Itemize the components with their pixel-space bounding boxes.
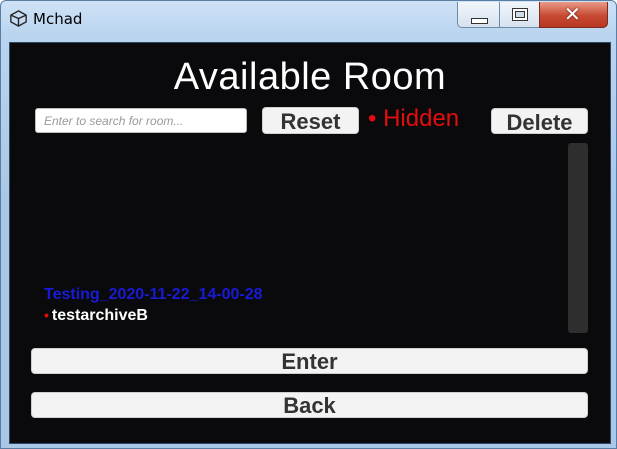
title-bar[interactable]: Mchad ✕ — [1, 1, 616, 37]
hidden-dot-icon: • — [368, 105, 377, 132]
maximize-icon — [512, 8, 528, 21]
room-name: testarchiveB — [51, 307, 148, 324]
room-list[interactable]: Testing_2020-11-22_14-00-28 • testarchive… — [35, 143, 563, 333]
room-item[interactable]: • testarchiveB — [44, 307, 148, 325]
unity-logo-icon — [10, 10, 27, 27]
enter-button[interactable]: Enter — [31, 348, 588, 374]
close-button[interactable]: ✕ — [539, 2, 608, 28]
minimize-button[interactable] — [457, 2, 500, 28]
room-name: Testing_2020-11-22_14-00-28 — [44, 286, 263, 303]
delete-button[interactable]: Delete — [491, 108, 588, 135]
reset-button[interactable]: Reset — [262, 107, 359, 134]
window-title: Mchad — [33, 10, 83, 28]
room-list-scrollbar[interactable] — [568, 143, 588, 333]
room-dot-icon: • — [44, 307, 49, 323]
back-button[interactable]: Back — [31, 392, 588, 418]
maximize-button[interactable] — [499, 2, 540, 28]
hidden-toggle-label: Hidden — [383, 105, 460, 132]
room-search-input[interactable] — [35, 108, 247, 133]
room-item[interactable]: Testing_2020-11-22_14-00-28 — [44, 286, 263, 304]
page-title: Available Room — [173, 56, 447, 98]
close-icon: ✕ — [564, 2, 581, 26]
room-panel: Available Room Reset • Hidden Delete Tes… — [9, 42, 611, 444]
minimize-icon — [471, 18, 488, 24]
hidden-toggle[interactable]: • Hidden — [368, 105, 459, 133]
app-window: Mchad ✕ Available Room Reset • Hidden De… — [0, 0, 617, 449]
